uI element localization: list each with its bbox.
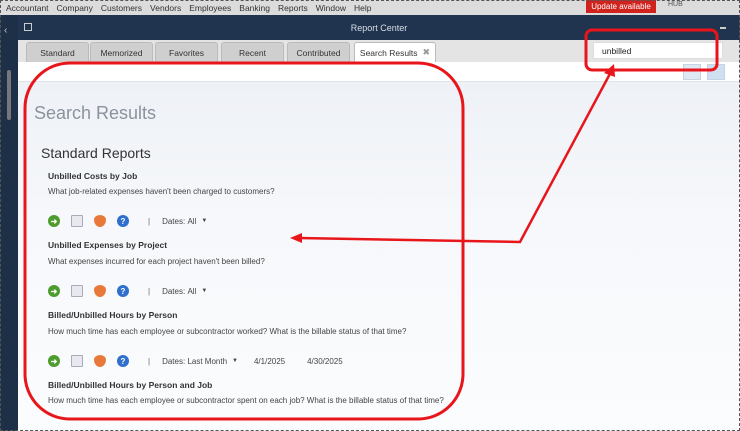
image-border bbox=[0, 0, 740, 431]
